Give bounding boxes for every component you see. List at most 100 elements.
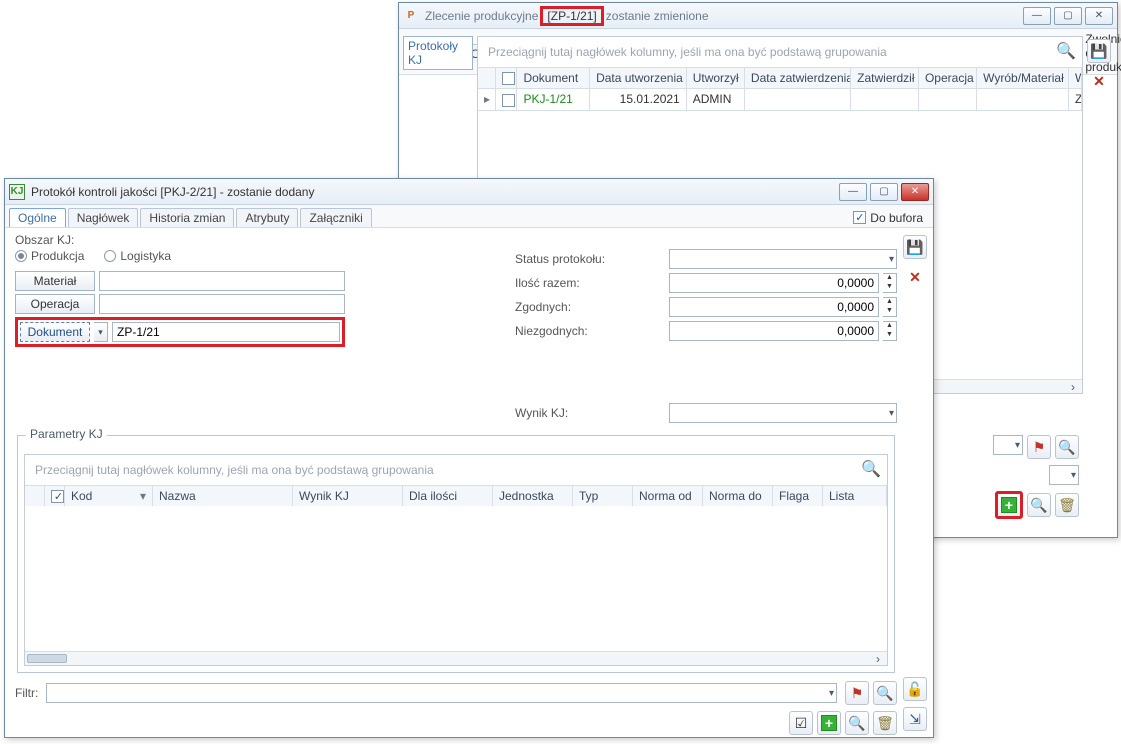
filtr-edit-button[interactable]: ⚑: [845, 681, 869, 705]
col-wyrob[interactable]: Wyrób/Materiał: [977, 68, 1069, 88]
search-icon-2: [1030, 497, 1047, 514]
status-combo[interactable]: ▾: [669, 249, 897, 269]
delete-param-button[interactable]: 🗑: [873, 711, 897, 735]
ilosc-input[interactable]: [669, 273, 879, 293]
col-rowhead: [478, 68, 496, 88]
params-search-icon[interactable]: [861, 459, 881, 479]
cancel-button[interactable]: ✕: [903, 265, 927, 289]
col-dla-ilosci[interactable]: Dla ilości: [403, 486, 493, 506]
do-bufora-checkbox[interactable]: [853, 211, 866, 224]
filtr-search-button[interactable]: [873, 681, 897, 705]
cell-dokument: PKJ-1/21: [517, 89, 590, 109]
lock-button[interactable]: 🔓: [903, 677, 927, 701]
magnify-icon: [876, 685, 893, 702]
col-zatwierdzil[interactable]: Zatwierdził: [851, 68, 919, 88]
protokoly-kj-tab[interactable]: Protokoły KJ: [403, 36, 473, 70]
radio-logistyka[interactable]: Logistyka: [104, 249, 171, 263]
col-operacja[interactable]: Operacja: [919, 68, 977, 88]
col-typ[interactable]: Typ: [573, 486, 633, 506]
grid-header: Dokument Data utworzenia Utworzył Data z…: [478, 67, 1082, 88]
magnify-button[interactable]: [1055, 435, 1079, 459]
col-norma-od[interactable]: Norma od: [633, 486, 703, 506]
params-legend: Parametry KJ: [26, 427, 107, 441]
lock-icon: 🔓: [906, 681, 923, 698]
tab-historia[interactable]: Historia zmian: [140, 208, 234, 227]
checklist-button[interactable]: ☑: [789, 711, 813, 735]
floppy-icon: 💾: [1090, 43, 1107, 60]
close-button[interactable]: ✕: [1085, 7, 1113, 25]
add-button[interactable]: +: [995, 491, 1023, 519]
zgodnych-input[interactable]: [669, 297, 879, 317]
delete-button[interactable]: 🗑: [1055, 493, 1079, 517]
col-wynik[interactable]: Wynik KJ: [293, 486, 403, 506]
params-hscroll[interactable]: ›: [25, 651, 887, 665]
row-check[interactable]: [502, 94, 515, 107]
operacja-button[interactable]: Operacja: [15, 294, 95, 314]
col-check[interactable]: [496, 68, 518, 88]
plus-icon: +: [821, 715, 837, 731]
tab-atrybuty[interactable]: Atrybuty: [236, 208, 298, 227]
tab-ogolne[interactable]: Ogólne: [9, 208, 66, 227]
add-param-button[interactable]: +: [817, 711, 841, 735]
cancel-button[interactable]: ✕: [1087, 69, 1111, 93]
combo-2[interactable]: ▾: [1049, 465, 1079, 485]
right-toolbar: 💾 ✕: [1087, 39, 1111, 93]
minimize-button[interactable]: —: [1023, 7, 1051, 25]
material-input[interactable]: [99, 271, 345, 291]
minimize-button[interactable]: —: [839, 183, 867, 201]
radio-icon: [15, 250, 27, 262]
col-jednostka[interactable]: Jednostka: [493, 486, 573, 506]
search-button[interactable]: [1027, 493, 1051, 517]
edit-button[interactable]: ⚑: [1027, 435, 1051, 459]
material-button[interactable]: Materiał: [15, 271, 95, 291]
niezgodnych-label: Niezgodnych:: [515, 324, 665, 338]
grid-row[interactable]: ▸ PKJ-1/21 15.01.2021 ADMIN Zgodny: [478, 88, 1082, 110]
search-param-button[interactable]: [845, 711, 869, 735]
obszar-label: Obszar KJ:: [15, 233, 897, 247]
save-button[interactable]: 💾: [1087, 39, 1111, 63]
col-nazwa[interactable]: Nazwa: [153, 486, 293, 506]
wynik-label: Wynik KJ:: [515, 406, 665, 420]
col-check-all[interactable]: [51, 490, 64, 503]
col-data-zatw[interactable]: Data zatwierdzenia: [745, 68, 851, 88]
col-dokument[interactable]: Dokument: [517, 68, 590, 88]
zgodnych-label: Zgodnych:: [515, 300, 665, 314]
search-icon[interactable]: [1056, 41, 1076, 61]
maximize-button[interactable]: ▢: [870, 183, 898, 201]
save-button[interactable]: 💾: [903, 235, 927, 259]
do-bufora-row[interactable]: Do bufora: [853, 211, 923, 225]
radio-icon: [104, 250, 116, 262]
wynik-combo[interactable]: ▾: [669, 403, 897, 423]
col-lista[interactable]: Lista: [823, 486, 887, 506]
close-button[interactable]: ✕: [901, 183, 929, 201]
tab-zalaczniki[interactable]: Załączniki: [300, 208, 371, 227]
col-flaga[interactable]: Flaga: [773, 486, 823, 506]
col-wynik[interactable]: Wynik: [1069, 68, 1082, 88]
tab-naglowek[interactable]: Nagłówek: [68, 208, 139, 227]
radio-produkcja-label: Produkcja: [31, 249, 84, 263]
export-icon: ⇲: [909, 711, 921, 728]
col-data-utw[interactable]: Data utworzenia: [590, 68, 687, 88]
niezgodnych-input[interactable]: [669, 321, 879, 341]
col-norma-do[interactable]: Norma do: [703, 486, 773, 506]
col-kod[interactable]: Kod ▾: [65, 486, 153, 506]
dokument-button[interactable]: Dokument: [20, 322, 90, 342]
flag-icon: ⚑: [851, 685, 864, 702]
cell-user: ADMIN: [687, 89, 745, 109]
radio-logistyka-label: Logistyka: [120, 249, 171, 263]
filtr-combo[interactable]: ▾: [46, 683, 837, 703]
combo-1[interactable]: ▾: [993, 435, 1023, 455]
grouping-hint: Przeciągnij tutaj nagłówek kolumny, jeśl…: [478, 37, 1082, 67]
col-utworzyl[interactable]: Utworzył: [687, 68, 745, 88]
radio-produkcja[interactable]: Produkcja: [15, 249, 84, 263]
maximize-button[interactable]: ▢: [1054, 7, 1082, 25]
dokument-input[interactable]: [112, 322, 340, 342]
title-prefix: Zlecenie produkcyjne: [425, 9, 538, 23]
trash-icon: 🗑: [1058, 497, 1076, 514]
export-button[interactable]: ⇲: [903, 707, 927, 731]
dokument-dropdown[interactable]: ▾: [94, 322, 108, 342]
left-column: Protokoły KJ: [403, 36, 473, 70]
operacja-input[interactable]: [99, 294, 345, 314]
checklist-icon: ☑: [795, 715, 808, 732]
quality-protocol-window: KJ Protokół kontroli jakości [PKJ-2/21] …: [4, 178, 934, 738]
